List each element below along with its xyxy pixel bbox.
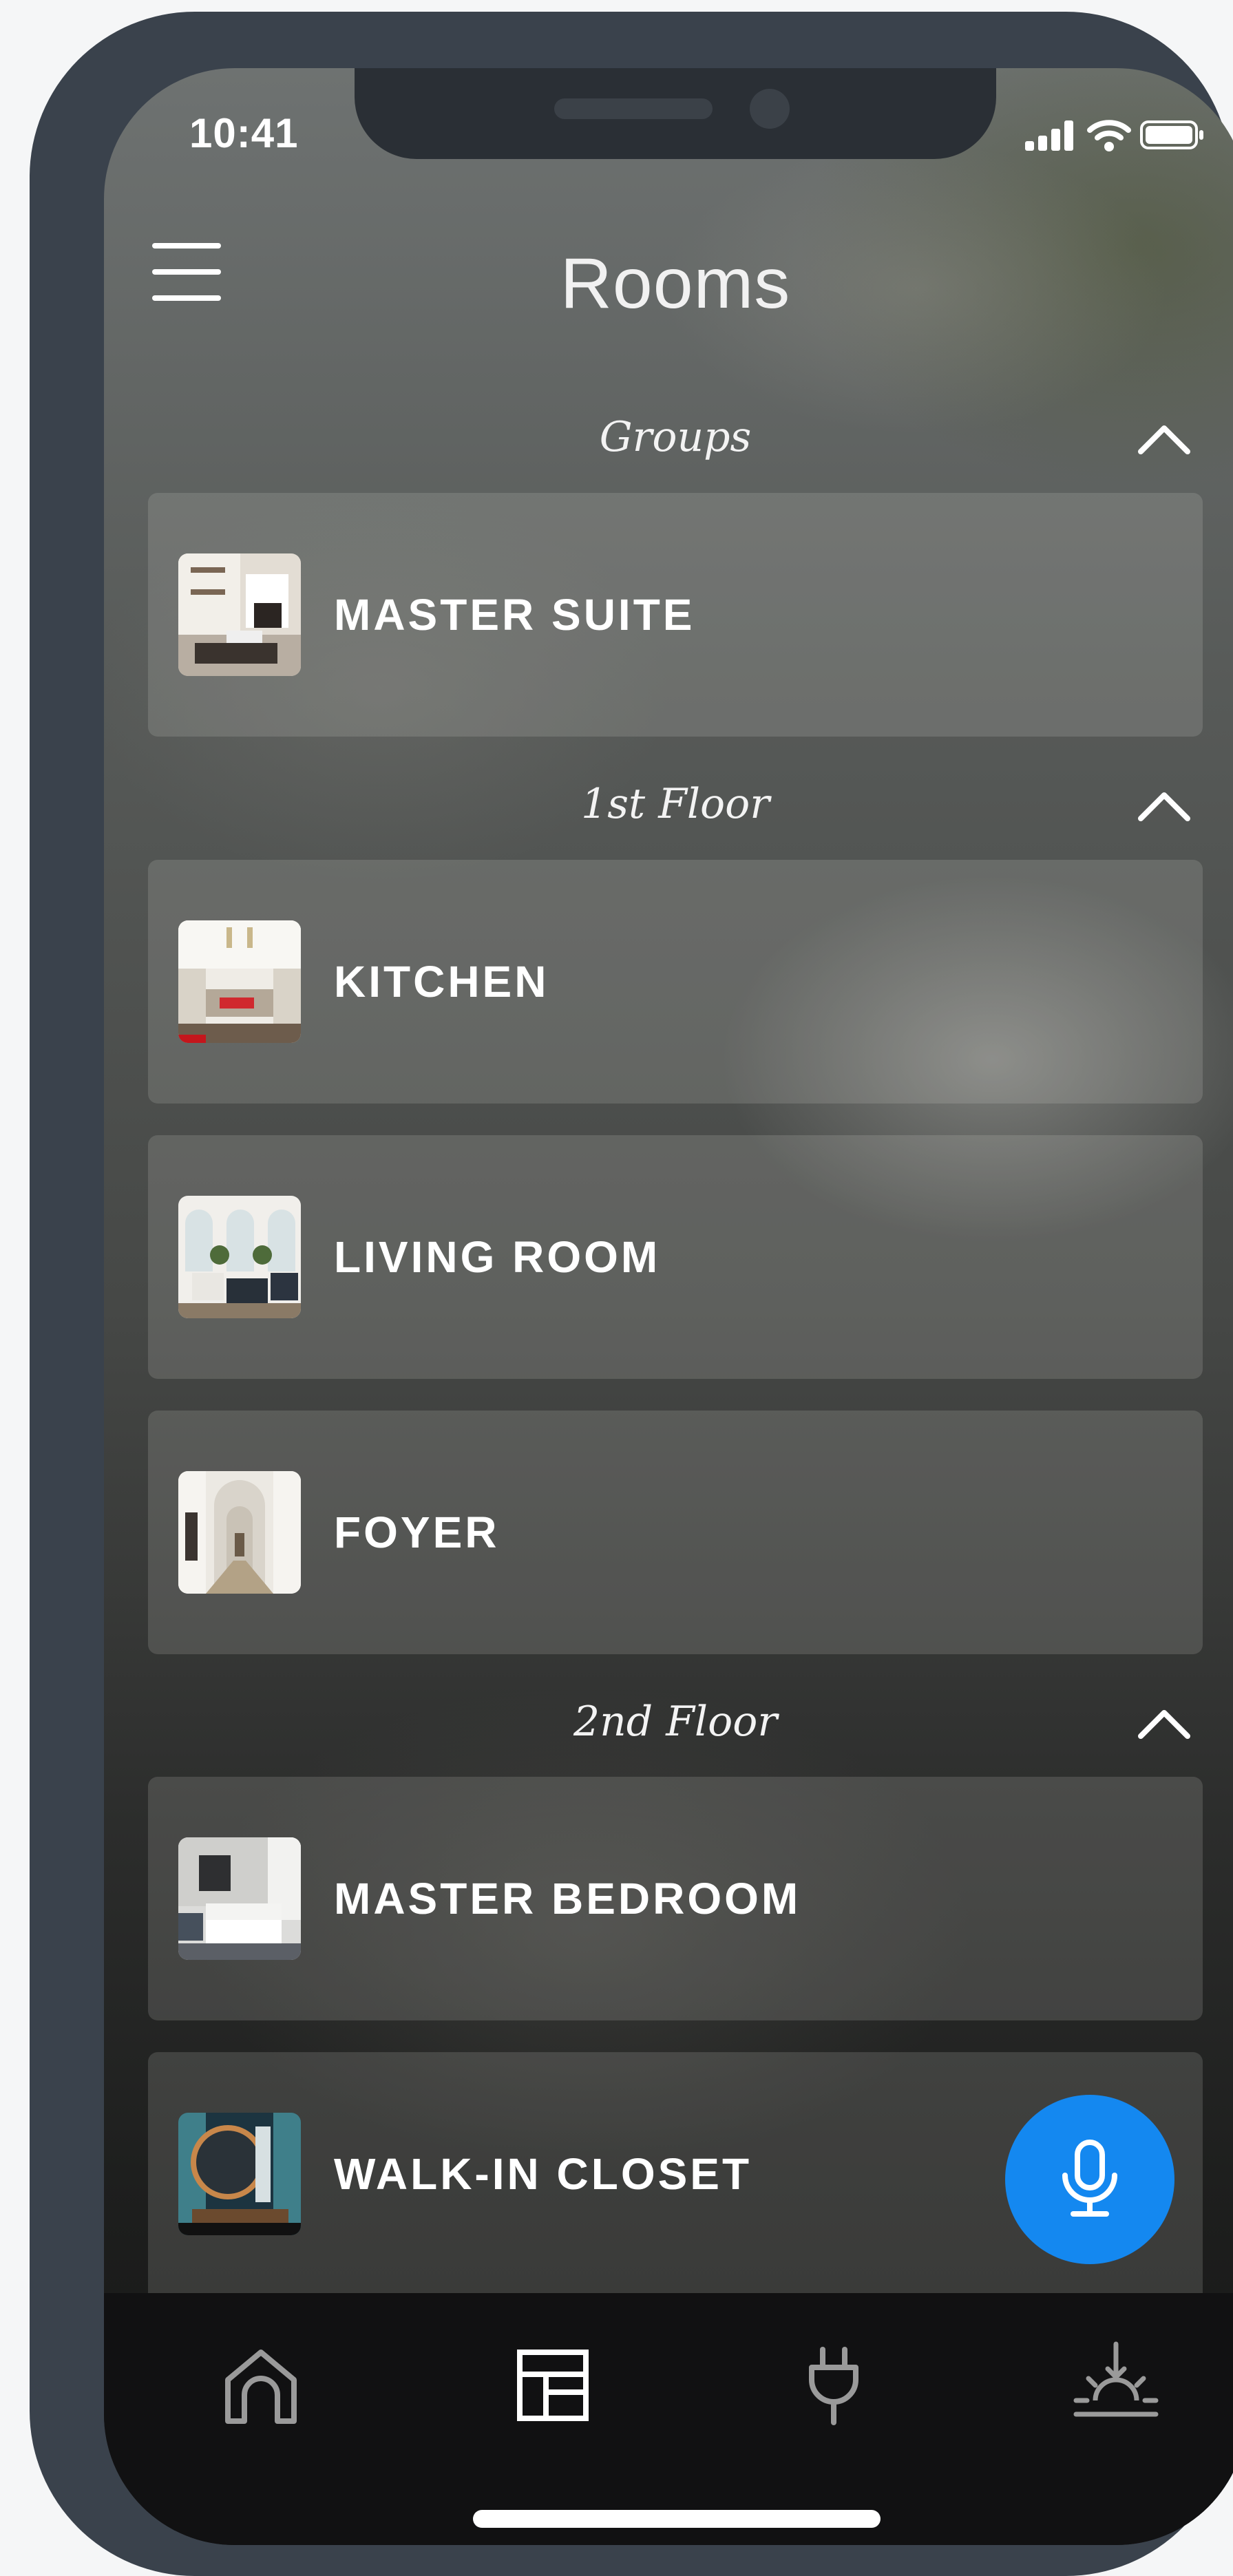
room-thumbnail xyxy=(178,1471,301,1594)
notch xyxy=(355,68,996,159)
chevron-up-icon[interactable] xyxy=(1137,788,1192,823)
front-camera xyxy=(750,89,790,129)
microphone-icon xyxy=(1062,2140,1117,2217)
rooms-icon[interactable] xyxy=(505,2337,601,2434)
status-icons xyxy=(1024,118,1203,152)
room-name: LIVING ROOM xyxy=(334,1232,661,1282)
bottom-tab-bar xyxy=(104,2293,1233,2545)
scenes-icon[interactable] xyxy=(1068,2337,1164,2434)
screen: 10:41 Rooms Groups MASTER SUITE 1st Floo… xyxy=(104,68,1233,2545)
section-header-1st-floor[interactable]: 1st Floor xyxy=(104,768,1233,843)
chevron-up-icon[interactable] xyxy=(1137,421,1192,456)
section-header-groups[interactable]: Groups xyxy=(104,401,1233,476)
home-indicator xyxy=(473,2510,881,2528)
plug-icon[interactable] xyxy=(786,2337,882,2434)
room-card-foyer[interactable]: FOYER xyxy=(148,1411,1203,1654)
room-name: WALK-IN CLOSET xyxy=(334,2149,752,2199)
speaker-grille xyxy=(554,98,713,119)
voice-assistant-button[interactable] xyxy=(1005,2095,1174,2264)
signal-icon xyxy=(1025,120,1073,151)
room-thumbnail xyxy=(178,2113,301,2235)
room-name: MASTER BEDROOM xyxy=(334,1874,801,1923)
room-thumbnail xyxy=(178,1196,301,1318)
room-name: KITCHEN xyxy=(334,957,549,1006)
section-header-2nd-floor[interactable]: 2nd Floor xyxy=(104,1685,1233,1761)
wifi-icon xyxy=(1087,120,1131,151)
room-card-master-bedroom[interactable]: MASTER BEDROOM xyxy=(148,1777,1203,2020)
section-title: 1st Floor xyxy=(581,780,770,828)
room-thumbnail xyxy=(178,553,301,676)
status-time: 10:41 xyxy=(189,110,299,156)
app-header: Rooms xyxy=(104,213,1233,324)
room-thumbnail xyxy=(178,920,301,1043)
room-name: MASTER SUITE xyxy=(334,590,695,640)
section-title: 2nd Floor xyxy=(573,1698,778,1746)
room-card-living-room[interactable]: LIVING ROOM xyxy=(148,1135,1203,1379)
section-title: Groups xyxy=(599,413,752,461)
room-card-master-suite[interactable]: MASTER SUITE xyxy=(148,493,1203,737)
chevron-up-icon[interactable] xyxy=(1137,1706,1192,1740)
room-card-kitchen[interactable]: KITCHEN xyxy=(148,860,1203,1104)
page-title: Rooms xyxy=(560,244,791,324)
room-thumbnail xyxy=(178,1837,301,1960)
phone-frame: 10:41 Rooms Groups MASTER SUITE 1st Floo… xyxy=(30,12,1233,2576)
battery-icon xyxy=(1140,120,1203,149)
home-icon[interactable] xyxy=(213,2337,309,2434)
room-name: FOYER xyxy=(334,1508,500,1557)
